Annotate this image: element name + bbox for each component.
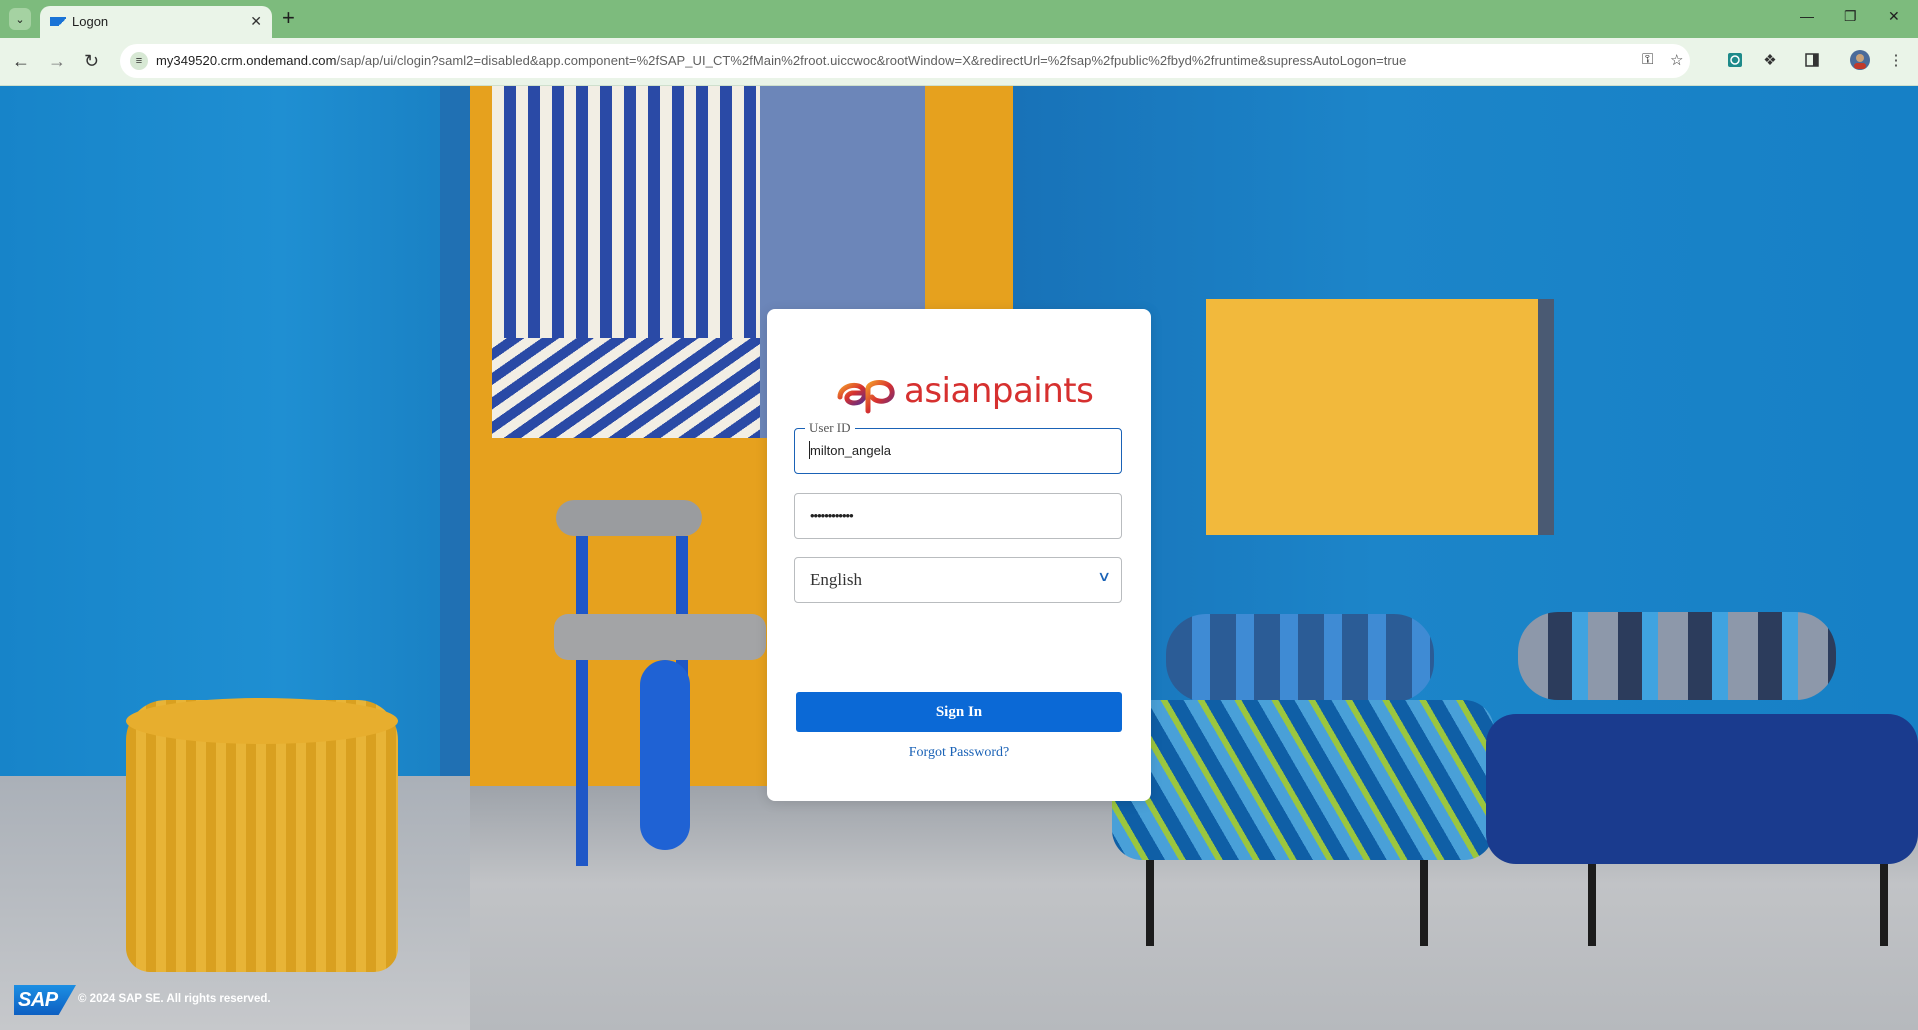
- sap-favicon-icon: [50, 17, 66, 26]
- browser-toolbar: ← → ↻ ≡ my349520.crm.ondemand.com/sap/ap…: [0, 38, 1918, 86]
- address-bar[interactable]: ≡ my349520.crm.ondemand.com/sap/ap/ui/cl…: [120, 44, 1690, 78]
- sap-logo-text: SAP: [18, 988, 58, 1011]
- tab-title: Logon: [72, 14, 109, 29]
- patterned-bench: [1112, 700, 1494, 860]
- url-text[interactable]: my349520.crm.ondemand.com/sap/ap/ui/clog…: [156, 53, 1406, 68]
- browser-menu-icon[interactable]: ⋮: [1886, 50, 1906, 70]
- close-icon[interactable]: ✕: [250, 12, 262, 30]
- asianpaints-logo: asianpaints: [834, 367, 1094, 415]
- extension-app-icon[interactable]: [1725, 50, 1745, 70]
- tab-search-button[interactable]: ⌄: [9, 8, 31, 30]
- yellow-frame: [1206, 299, 1554, 535]
- reload-icon[interactable]: ↻: [84, 50, 99, 72]
- user-id-label: User ID: [805, 420, 855, 436]
- side-panel-icon[interactable]: [1802, 50, 1822, 70]
- password-input[interactable]: ••••••••••••: [794, 493, 1122, 539]
- chair-backrest: [556, 500, 702, 536]
- login-card: asianpaints User ID milton_angela ••••••…: [767, 309, 1151, 801]
- copyright-text: © 2024 SAP SE. All rights reserved.: [78, 993, 271, 1005]
- user-id-input[interactable]: User ID milton_angela: [794, 420, 1122, 474]
- sign-in-button[interactable]: Sign In: [796, 692, 1122, 732]
- bench-backrest: [1166, 614, 1434, 702]
- password-key-icon[interactable]: ⚿: [1642, 51, 1653, 68]
- password-value: ••••••••••••: [810, 508, 854, 523]
- chair-seat: [554, 614, 766, 660]
- browser-tab-logon[interactable]: Logon ✕: [40, 6, 272, 38]
- minimize-icon[interactable]: —: [1800, 8, 1814, 24]
- site-info-icon[interactable]: ≡: [130, 52, 148, 70]
- asianpaints-logo-text: asianpaints: [904, 371, 1094, 411]
- url-host: my349520.crm.ondemand.com: [156, 53, 337, 68]
- asianpaints-logo-icon: [837, 380, 895, 414]
- forward-arrow-icon[interactable]: →: [48, 50, 66, 72]
- yellow-stool-top: [126, 698, 398, 744]
- extensions-puzzle-icon[interactable]: ❖: [1760, 50, 1780, 70]
- window-close-icon[interactable]: ✕: [1888, 8, 1900, 25]
- language-select[interactable]: English ∨: [794, 557, 1122, 603]
- browser-tabstrip: ⌄ Logon ✕ + — ❐ ✕: [0, 0, 1918, 38]
- forgot-password-link[interactable]: Forgot Password?: [767, 745, 1151, 761]
- user-id-value: milton_angela: [810, 443, 891, 458]
- profile-avatar[interactable]: [1850, 50, 1870, 70]
- language-selected-value: English: [810, 570, 862, 589]
- blue-wall-left: [0, 86, 470, 786]
- back-arrow-icon[interactable]: ←: [12, 50, 30, 72]
- url-path: /sap/ap/ui/clogin?saml2=disabled&app.com…: [336, 53, 1407, 68]
- bookmark-star-icon[interactable]: ☆: [1670, 51, 1683, 69]
- chevron-down-icon: ∨: [1096, 568, 1112, 584]
- chair-leg: [576, 536, 588, 866]
- chevron-down-icon: ⌄: [15, 13, 25, 26]
- new-tab-button[interactable]: +: [282, 7, 295, 29]
- chair-leg-bend: [640, 660, 690, 850]
- bench-backrest: [1518, 612, 1836, 700]
- restore-icon[interactable]: ❐: [1844, 8, 1857, 25]
- patterned-bench: [1486, 714, 1918, 864]
